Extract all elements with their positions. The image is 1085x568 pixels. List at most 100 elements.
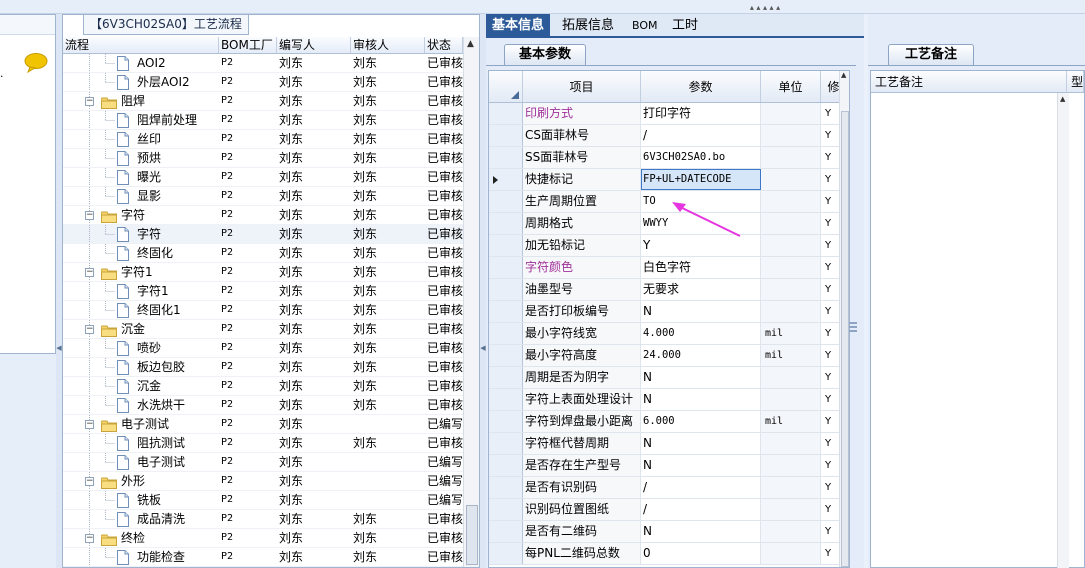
tree-row-step[interactable]: 字符1 P2 刘东 刘东 已审核 (63, 282, 463, 301)
params-row[interactable]: 是否有识别码 / Y (489, 477, 849, 499)
param-value-cell[interactable]: 无要求 (641, 279, 761, 300)
tree-cell-flow[interactable]: 曝光 (63, 168, 219, 186)
chat-bubble-icon[interactable] (24, 53, 48, 73)
row-indicator[interactable] (489, 345, 523, 366)
tree-cell-flow[interactable]: − 阻焊 (63, 92, 219, 110)
tree-row-step[interactable]: 外层AOI2 P2 刘东 刘东 已审核 (63, 73, 463, 92)
select-all-icon[interactable] (511, 91, 519, 99)
tree-row-step[interactable]: 阻抗测试 P2 刘东 刘东 已审核 (63, 434, 463, 453)
param-unit-cell[interactable] (761, 499, 821, 520)
params-row[interactable]: SS面菲林号 6V3CH02SA0.bo Y (489, 147, 849, 169)
scroll-up-icon[interactable]: ▲ (467, 39, 474, 49)
tree-cell-flow[interactable]: 电子测试 (63, 453, 219, 471)
tree-row-step[interactable]: 阻焊前处理 P2 刘东 刘东 已审核 (63, 111, 463, 130)
params-row[interactable]: 字符上表面处理设计 N Y (489, 389, 849, 411)
tree-cell-flow[interactable]: 阻抗测试 (63, 434, 219, 452)
tree-cell-flow[interactable]: 显影 (63, 187, 219, 205)
param-value-cell[interactable]: 6.000 (641, 411, 761, 432)
param-value-cell[interactable]: N (641, 455, 761, 476)
col-header-param[interactable]: 参数 (641, 71, 761, 102)
tree-cell-flow[interactable]: 水洗烘干 (63, 396, 219, 414)
tree-row-step[interactable]: 丝印 P2 刘东 刘东 已审核 (63, 130, 463, 149)
tree-row-group[interactable]: − 电子测试 P2 刘东 已编写 (63, 415, 463, 434)
tree-cell-flow[interactable]: 成品清洗 (63, 510, 219, 528)
param-unit-cell[interactable] (761, 103, 821, 124)
param-unit-cell[interactable] (761, 367, 821, 388)
process-grid-scrollbar[interactable]: ▲ (463, 37, 479, 567)
tree-cell-flow[interactable]: − 沉金 (63, 320, 219, 338)
params-row[interactable]: 字符到焊盘最小距离 6.000 mil Y (489, 411, 849, 433)
params-row[interactable]: 最小字符高度 24.000 mil Y (489, 345, 849, 367)
param-value-cell[interactable]: N (641, 433, 761, 454)
param-unit-cell[interactable] (761, 213, 821, 234)
tree-row-group[interactable]: − 字符1 P2 刘东 刘东 已审核 (63, 263, 463, 282)
tree-row-step[interactable]: 喷砂 P2 刘东 刘东 已审核 (63, 339, 463, 358)
tree-cell-flow[interactable]: 终固化 (63, 244, 219, 262)
param-value-cell[interactable]: / (641, 125, 761, 146)
row-indicator[interactable] (489, 433, 523, 454)
grid-corner[interactable] (489, 71, 523, 102)
param-value-cell[interactable]: / (641, 499, 761, 520)
tree-cell-flow[interactable]: 终固化1 (63, 301, 219, 319)
tree-row-group[interactable]: − 外形 P2 刘东 已编写 (63, 472, 463, 491)
tree-row-step[interactable]: AOI2 P2 刘东 刘东 已审核 (63, 54, 463, 73)
tree-row-step[interactable]: 铣板 P2 刘东 已编写 (63, 491, 463, 510)
collapse-toggle-icon[interactable]: − (85, 325, 94, 334)
param-value-cell[interactable]: 打印字符 (641, 103, 761, 124)
param-value-cell[interactable]: N (641, 389, 761, 410)
tree-row-step[interactable]: 沉金 P2 刘东 刘东 已审核 (63, 377, 463, 396)
param-value-cell[interactable]: 4.000 (641, 323, 761, 344)
tree-row-step[interactable]: 水洗烘干 P2 刘东 刘东 已审核 (63, 396, 463, 415)
collapse-toggle-icon[interactable]: − (85, 477, 94, 486)
top-splitter[interactable]: ▴ ▴ ▴ ▴ ▴ (0, 0, 1085, 14)
tree-cell-flow[interactable]: 沉金 (63, 377, 219, 395)
row-indicator[interactable] (489, 477, 523, 498)
params-row[interactable]: 印刷方式 打印字符 Y (489, 103, 849, 125)
param-unit-cell[interactable] (761, 147, 821, 168)
row-indicator[interactable] (489, 411, 523, 432)
right-vertical-splitter[interactable] (848, 14, 868, 568)
param-unit-cell[interactable] (761, 433, 821, 454)
tree-cell-flow[interactable]: 阻焊前处理 (63, 111, 219, 129)
tree-cell-flow[interactable]: 字符 (63, 225, 219, 243)
param-unit-cell[interactable] (761, 235, 821, 256)
row-indicator[interactable] (489, 367, 523, 388)
param-value-cell[interactable]: 24.000 (641, 345, 761, 366)
param-value-cell[interactable]: 0 (641, 543, 761, 564)
param-unit-cell[interactable]: mil (761, 323, 821, 344)
collapse-toggle-icon[interactable]: − (85, 268, 94, 277)
col-header-bom-factory[interactable]: BOM工厂 (219, 37, 277, 53)
param-value-cell[interactable]: 6V3CH02SA0.bo (641, 147, 761, 168)
params-row[interactable]: 快捷标记 FP+UL+DATECODE Y (489, 169, 849, 191)
tree-cell-flow[interactable]: − 外形 (63, 472, 219, 490)
tab-bom[interactable]: BOM (626, 14, 664, 38)
row-indicator[interactable] (489, 169, 523, 190)
tree-cell-flow[interactable]: 丝印 (63, 130, 219, 148)
param-unit-cell[interactable] (761, 169, 821, 190)
tree-cell-flow[interactable]: 喷砂 (63, 339, 219, 357)
param-unit-cell[interactable] (761, 257, 821, 278)
tree-row-group[interactable]: − 沉金 P2 刘东 刘东 已审核 (63, 320, 463, 339)
col-header-reviewer[interactable]: 审核人 (351, 37, 425, 53)
param-value-cell[interactable]: N (641, 367, 761, 388)
row-indicator[interactable] (489, 323, 523, 344)
tree-row-group[interactable]: − 阻焊 P2 刘东 刘东 已审核 (63, 92, 463, 111)
params-row[interactable]: 是否有二维码 N Y (489, 521, 849, 543)
tree-row-step[interactable]: 成品清洗 P2 刘东 刘东 已审核 (63, 510, 463, 529)
collapse-toggle-icon[interactable]: − (85, 211, 94, 220)
col-header-writer[interactable]: 编写人 (277, 37, 351, 53)
scroll-up-icon[interactable]: ▲ (841, 71, 846, 79)
tree-cell-flow[interactable]: − 电子测试 (63, 415, 219, 433)
collapse-toggle-icon[interactable]: − (85, 534, 94, 543)
col-header-status[interactable]: 状态 (425, 37, 463, 53)
tree-cell-flow[interactable]: 预烘 (63, 149, 219, 167)
tree-row-step[interactable]: 功能检查 P2 刘东 刘东 已审核 (63, 548, 463, 567)
splitter-handle-icon[interactable] (848, 314, 858, 344)
col-header-unit[interactable]: 单位 (761, 71, 821, 102)
notes-scrollbar[interactable]: ▲ (1057, 93, 1069, 568)
param-value-cell[interactable]: / (641, 477, 761, 498)
param-unit-cell[interactable]: mil (761, 411, 821, 432)
param-value-cell[interactable]: 白色字符 (641, 257, 761, 278)
param-unit-cell[interactable] (761, 521, 821, 542)
subtab-basic-params[interactable]: 基本参数 (504, 44, 586, 66)
